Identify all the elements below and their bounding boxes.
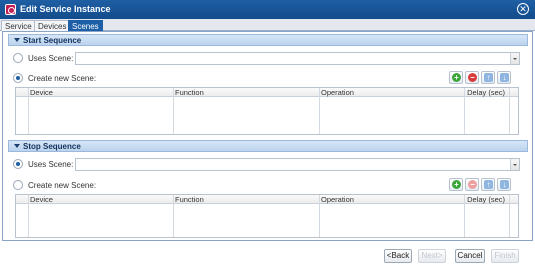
- tab-scenes[interactable]: Scenes: [68, 20, 103, 31]
- minus-icon: −: [468, 73, 477, 82]
- column-divider: [509, 195, 510, 237]
- finish-button[interactable]: Finish: [491, 249, 519, 263]
- start-add-button[interactable]: +: [449, 71, 463, 84]
- plus-icon: +: [452, 180, 461, 189]
- stop-uses-scene-label: Uses Scene:: [28, 160, 74, 169]
- window-titlebar: Edit Service Instance ✕: [0, 0, 535, 19]
- collapse-triangle-icon: [14, 38, 20, 42]
- column-header-delay[interactable]: Delay (sec): [462, 195, 508, 204]
- next-button[interactable]: Next>: [418, 249, 446, 263]
- column-divider: [173, 195, 174, 237]
- close-icon[interactable]: ✕: [517, 3, 529, 15]
- stop-create-scene-radio[interactable]: [13, 180, 23, 190]
- arrow-up-icon: ↑: [484, 180, 493, 189]
- collapse-triangle-icon: [14, 144, 20, 148]
- tab-service[interactable]: Service: [1, 20, 36, 31]
- stop-create-scene-label: Create new Scene:: [28, 181, 97, 190]
- cancel-button[interactable]: Cancel: [455, 249, 485, 263]
- column-divider: [173, 88, 174, 134]
- window-title: Edit Service Instance: [20, 4, 111, 14]
- column-header-device[interactable]: Device: [30, 88, 170, 97]
- column-header-operation[interactable]: Operation: [321, 88, 461, 97]
- chevron-down-icon[interactable]: [510, 159, 519, 170]
- stop-table-header: Device Function Operation Delay (sec): [16, 195, 518, 204]
- start-scene-table: Device Function Operation Delay (sec): [15, 87, 519, 135]
- column-divider: [319, 88, 320, 134]
- column-divider: [464, 88, 465, 134]
- column-header-operation[interactable]: Operation: [321, 195, 461, 204]
- column-divider: [319, 195, 320, 237]
- back-button[interactable]: <Back: [384, 249, 412, 263]
- tab-devices[interactable]: Devices: [34, 20, 71, 31]
- start-sequence-title: Start Sequence: [23, 36, 82, 45]
- column-header-function[interactable]: Function: [175, 195, 315, 204]
- app-icon: [5, 4, 16, 15]
- start-uses-scene-label: Uses Scene:: [28, 54, 74, 63]
- stop-move-up-button[interactable]: ↑: [481, 178, 495, 191]
- start-move-up-button[interactable]: ↑: [481, 71, 495, 84]
- scenes-panel: Start Sequence Uses Scene: Create new Sc…: [2, 31, 533, 241]
- stop-add-button[interactable]: +: [449, 178, 463, 191]
- chevron-down-icon[interactable]: [510, 53, 519, 64]
- stop-scene-table: Device Function Operation Delay (sec): [15, 194, 519, 238]
- stop-sequence-header[interactable]: Stop Sequence: [8, 140, 528, 152]
- stop-uses-scene-select[interactable]: [75, 158, 520, 171]
- start-move-down-button[interactable]: ↓: [497, 71, 511, 84]
- column-header-device[interactable]: Device: [30, 195, 170, 204]
- arrow-up-icon: ↑: [484, 73, 493, 82]
- column-divider: [28, 195, 29, 237]
- start-table-header: Device Function Operation Delay (sec): [16, 88, 518, 97]
- column-divider: [464, 195, 465, 237]
- start-sequence-header[interactable]: Start Sequence: [8, 34, 528, 46]
- minus-icon: −: [468, 180, 477, 189]
- stop-uses-scene-radio[interactable]: [13, 159, 23, 169]
- start-uses-scene-radio[interactable]: [13, 53, 23, 63]
- start-uses-scene-select[interactable]: [75, 52, 520, 65]
- column-divider: [509, 88, 510, 134]
- column-header-function[interactable]: Function: [175, 88, 315, 97]
- arrow-down-icon: ↓: [500, 73, 509, 82]
- plus-icon: +: [452, 73, 461, 82]
- column-header-delay[interactable]: Delay (sec): [462, 88, 508, 97]
- arrow-down-icon: ↓: [500, 180, 509, 189]
- start-remove-button[interactable]: −: [465, 71, 479, 84]
- stop-sequence-title: Stop Sequence: [23, 142, 81, 151]
- stop-move-down-button[interactable]: ↓: [497, 178, 511, 191]
- column-divider: [28, 88, 29, 134]
- tab-bar: Service Devices Scenes: [0, 19, 535, 31]
- start-create-scene-radio[interactable]: [13, 73, 23, 83]
- stop-remove-button[interactable]: −: [465, 178, 479, 191]
- start-create-scene-label: Create new Scene:: [28, 74, 97, 83]
